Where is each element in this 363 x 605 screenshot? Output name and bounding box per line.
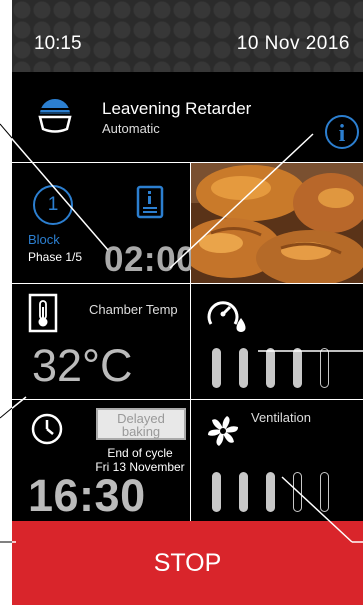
end-of-cycle-time[interactable]: 16:30: [28, 470, 146, 522]
program-title: Leavening Retarder: [102, 99, 252, 118]
divider: [12, 283, 363, 284]
info-button[interactable]: i: [325, 115, 359, 149]
clock-icon: [31, 413, 63, 445]
humidity-bar: [266, 348, 275, 388]
stop-button[interactable]: STOP: [12, 521, 363, 605]
ventilation-bar: [239, 472, 248, 512]
humidity-bar: [320, 348, 329, 388]
ventilation-label: Ventilation: [251, 410, 311, 425]
delayed-baking-button[interactable]: Delayed baking: [96, 408, 186, 440]
product-photo: [191, 163, 363, 283]
temperature-label: Chamber Temp: [89, 302, 178, 317]
proofer-dome-icon: [38, 99, 72, 133]
humidity-gauge-icon: [207, 301, 246, 332]
block-label: Block: [28, 232, 60, 247]
program-mode: Automatic: [102, 121, 160, 136]
current-time: 10:15: [34, 33, 82, 54]
ventilation-bar: [320, 472, 329, 512]
thermometer-icon: [28, 293, 58, 333]
humidity-bar: [212, 348, 221, 388]
humidity-bar: [239, 348, 248, 388]
divider: [12, 399, 363, 400]
fan-icon: [208, 416, 238, 446]
phase-list-icon[interactable]: [136, 185, 164, 219]
end-of-cycle-label: End of cycle: [107, 446, 173, 460]
oven-control-panel: 10:15 10 Nov 2016 Leavening Retarder Aut…: [12, 0, 363, 605]
block-number-icon[interactable]: 1: [33, 185, 73, 225]
ventilation-bar: [212, 472, 221, 512]
ventilation-bar: [293, 472, 302, 512]
ventilation-bar: [266, 472, 275, 512]
temperature-value[interactable]: 32°C: [32, 340, 133, 392]
humidity-bar: [293, 348, 302, 388]
phase-label: Phase 1/5: [28, 250, 83, 264]
phase-time: 02:00: [104, 240, 197, 279]
current-date: 10 Nov 2016: [236, 33, 350, 54]
